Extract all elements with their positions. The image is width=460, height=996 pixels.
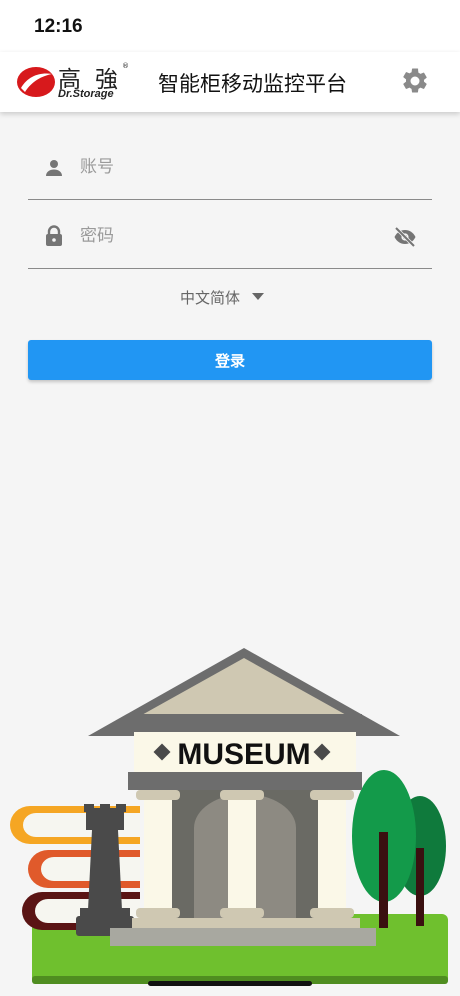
language-selected: 中文简体 <box>180 288 241 307</box>
password-field <box>28 205 432 269</box>
app-header: 高強 ® Dr.Storage 智能柜移动监控平台 <box>0 52 460 112</box>
brand-logo: 高強 ® Dr.Storage <box>16 60 134 104</box>
login-button[interactable]: 登录 <box>28 340 432 380</box>
home-indicator <box>148 981 312 986</box>
museum-illustration: MUSEUM <box>10 648 448 984</box>
language-dropdown[interactable]: 中文简体 <box>180 286 265 308</box>
brand-logo-mark <box>17 67 55 97</box>
logo-english-text: Dr.Storage <box>58 88 114 100</box>
toggle-password-visibility-button[interactable] <box>392 225 418 249</box>
user-icon <box>46 160 62 176</box>
status-time: 12:16 <box>34 16 83 37</box>
trees <box>352 770 446 928</box>
gear-icon <box>403 68 427 93</box>
status-bar: 12:16 <box>0 0 460 52</box>
account-field <box>28 136 432 200</box>
logo-registered-mark: ® <box>122 62 129 70</box>
account-input[interactable] <box>80 152 380 182</box>
lock-icon <box>46 225 62 246</box>
eye-off-icon <box>394 226 416 248</box>
museum-sign: MUSEUM <box>177 738 310 771</box>
caret-down-icon <box>252 293 265 300</box>
settings-button[interactable] <box>400 66 430 96</box>
password-input[interactable] <box>80 221 380 251</box>
app-title: 智能柜移动监控平台 <box>158 72 347 96</box>
